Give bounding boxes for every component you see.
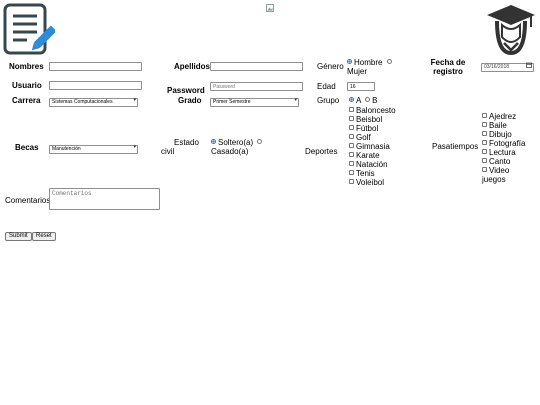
deporte-label: Natación [356,160,388,169]
pasatiempos-checklist: Ajedrez Baile Dibujo Fotografía Lectura … [482,112,538,184]
grupo-a-label: A [356,96,361,105]
deporte-checkbox[interactable] [349,161,354,167]
chevron-down-icon: ▾ [133,144,136,150]
deporte-label: Golf [356,133,371,142]
calendar-icon[interactable] [526,62,532,68]
estado-civil-label: Estado civil [161,138,199,156]
pasatiempo-label: Lectura [489,148,516,157]
fecha-label: Fecha de registro [430,58,466,76]
deporte-label: Gimnasia [356,142,390,151]
deporte-label: Karate [356,151,380,160]
deporte-checkbox[interactable] [349,125,354,131]
becas-select[interactable]: ▾ [49,143,138,154]
deporte-label: Fútbol [356,124,379,133]
becas-label: Becas [15,143,39,152]
pasatiempo-label: Dibujo [489,130,512,139]
edad-input[interactable] [347,82,375,91]
nombres-input[interactable] [49,62,142,71]
edad-label: Edad [317,82,336,91]
deportes-checklist: Baloncesto Beisbol Fútbol Golf Gimnasia … [349,106,409,187]
apellidos-input[interactable] [210,62,303,71]
usuario-label: Usuario [12,81,42,90]
grupo-b-radio[interactable] [365,97,371,103]
deporte-checkbox[interactable] [349,152,354,158]
pasatiempo-checkbox[interactable] [482,158,487,164]
estado-soltero-label: Soltero(a) [218,138,254,147]
deporte-checkbox[interactable] [349,179,354,185]
genero-label: Género [317,62,344,71]
chevron-down-icon: ▾ [133,97,136,103]
estado-casado-label: Casado(a) [211,147,249,156]
genero-mujer-radio[interactable] [386,59,392,65]
pasatiempo-checkbox[interactable] [482,149,487,155]
estado-civil-radio-group: Soltero(a) Casado(a) [211,138,281,156]
deporte-checkbox[interactable] [349,116,354,122]
broken-image-icon [266,4,274,12]
pasatiempo-checkbox[interactable] [482,113,487,119]
grado-label: Grado [178,96,202,105]
pasatiempos-label: Pasatiempos [432,142,479,151]
carrera-label: Carrera [12,96,41,105]
nombres-label: Nombres [9,62,44,71]
genero-mujer-label: Mujer [347,67,368,76]
comentarios-label: Comentarios [5,196,51,205]
grupo-b-label: B [372,96,378,105]
deporte-checkbox[interactable] [349,143,354,149]
password-input[interactable] [210,82,303,91]
pasatiempo-label: Canto [489,157,511,166]
grupo-radio-group: A B [349,96,377,105]
deporte-checkbox[interactable] [349,134,354,140]
chevron-down-icon: ▾ [294,97,297,103]
grupo-label: Grupo [317,96,340,105]
genero-hombre-radio[interactable] [347,59,352,65]
deporte-label: Beisbol [356,115,383,124]
estado-casado-radio[interactable] [257,139,263,145]
deporte-label: Baloncesto [356,106,396,115]
grado-select[interactable]: ▾ [210,96,299,107]
pasatiempo-label: Fotografía [489,139,526,148]
deportes-label: Deportes [305,147,338,156]
genero-hombre-label: Hombre [354,58,383,67]
fecha-input[interactable] [481,61,534,72]
edit-document-icon [3,3,55,55]
grupo-a-radio[interactable] [349,97,354,103]
submit-button[interactable]: Submit [5,232,32,241]
pasatiempo-label: Ajedrez [489,112,517,121]
deporte-label: Voleibol [356,178,385,187]
estado-soltero-radio[interactable] [211,139,216,145]
comentarios-textarea[interactable] [49,188,160,210]
deporte-checkbox[interactable] [349,107,354,113]
pasatiempo-checkbox[interactable] [482,122,487,128]
reset-button[interactable]: Reset [32,232,56,241]
apellidos-label: Apellidos [174,62,211,71]
genero-radio-group: Hombre Mujer [347,58,407,76]
pasatiempo-checkbox[interactable] [482,131,487,137]
deporte-label: Tenis [356,169,375,178]
pasatiempo-checkbox[interactable] [482,140,487,146]
password-label: Password [167,86,205,95]
deporte-checkbox[interactable] [349,170,354,176]
graduate-icon [487,5,535,55]
carrera-select[interactable]: ▾ [49,96,138,107]
pasatiempo-label: Baile [489,121,507,130]
pasatiempo-checkbox[interactable] [482,167,487,173]
usuario-input[interactable] [49,81,142,90]
